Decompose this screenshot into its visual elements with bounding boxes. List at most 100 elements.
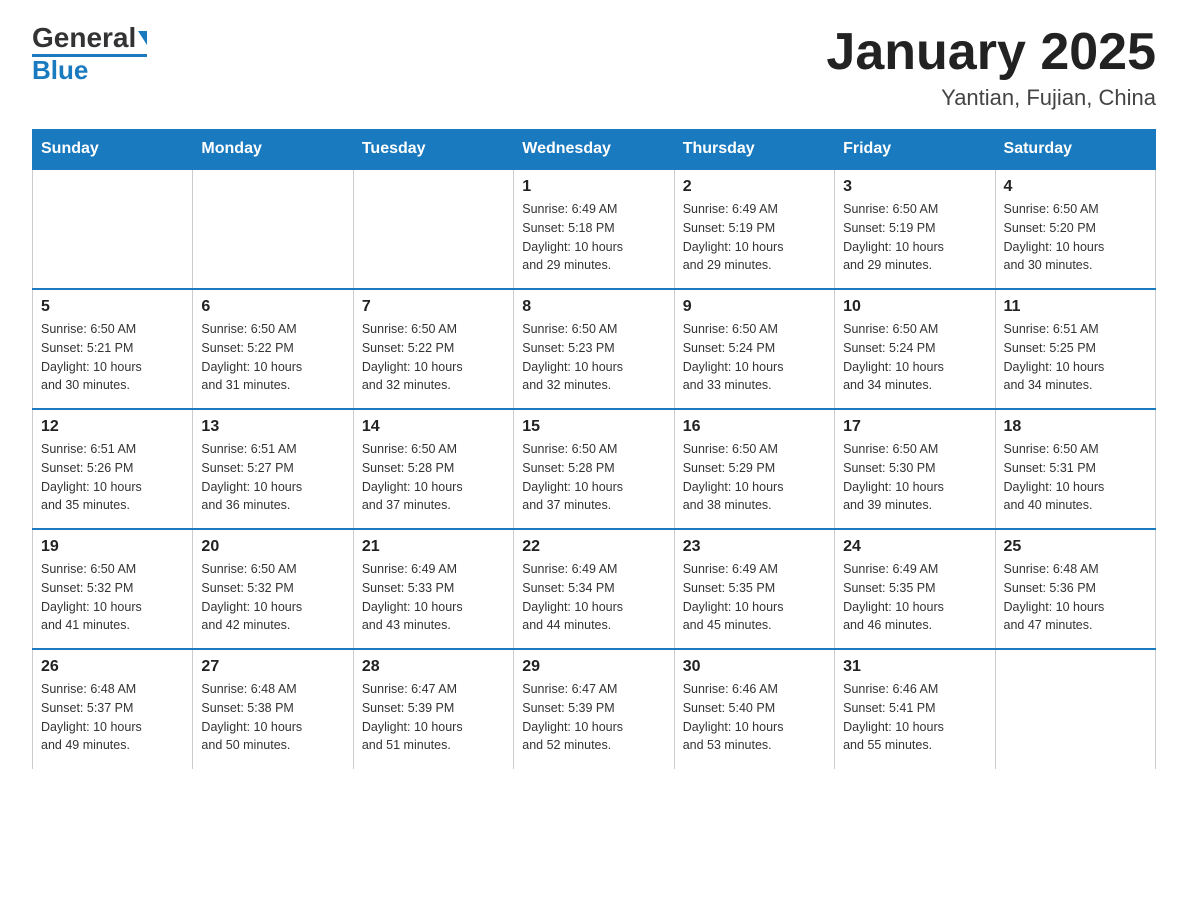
day-number: 2 bbox=[683, 178, 826, 196]
calendar-cell: 1 Sunrise: 6:49 AM Sunset: 5:18 PM Daylig… bbox=[514, 169, 674, 289]
day-number: 20 bbox=[201, 538, 344, 556]
day-info: Sunrise: 6:50 AM Sunset: 5:21 PM Dayligh… bbox=[41, 320, 184, 395]
day-number: 9 bbox=[683, 298, 826, 316]
logo-text-general: General bbox=[32, 24, 136, 52]
calendar-week-row: 19 Sunrise: 6:50 AM Sunset: 5:32 PM Dayli… bbox=[33, 529, 1156, 649]
calendar-cell: 29Sunrise: 6:47 AM Sunset: 5:39 PM Dayli… bbox=[514, 649, 674, 769]
calendar-cell: 14 Sunrise: 6:50 AM Sunset: 5:28 PM Dayli… bbox=[353, 409, 513, 529]
calendar-cell: 25 Sunrise: 6:48 AM Sunset: 5:36 PM Dayli… bbox=[995, 529, 1155, 649]
day-info: Sunrise: 6:50 AM Sunset: 5:22 PM Dayligh… bbox=[201, 320, 344, 395]
calendar-table: Sunday Monday Tuesday Wednesday Thursday… bbox=[32, 129, 1156, 769]
col-friday: Friday bbox=[835, 130, 995, 170]
day-info: Sunrise: 6:50 AM Sunset: 5:32 PM Dayligh… bbox=[201, 560, 344, 635]
calendar-week-row: 26Sunrise: 6:48 AM Sunset: 5:37 PM Dayli… bbox=[33, 649, 1156, 769]
logo-text-blue: Blue bbox=[32, 57, 88, 83]
day-info: Sunrise: 6:50 AM Sunset: 5:19 PM Dayligh… bbox=[843, 200, 986, 275]
day-number: 31 bbox=[843, 658, 986, 676]
day-number: 27 bbox=[201, 658, 344, 676]
col-tuesday: Tuesday bbox=[353, 130, 513, 170]
calendar-cell: 27 Sunrise: 6:48 AM Sunset: 5:38 PM Dayli… bbox=[193, 649, 353, 769]
day-info: Sunrise: 6:47 AM Sunset: 5:39 PM Dayligh… bbox=[362, 680, 505, 755]
day-info: Sunrise: 6:48 AM Sunset: 5:37 PM Dayligh… bbox=[41, 680, 184, 755]
day-info: Sunrise: 6:50 AM Sunset: 5:28 PM Dayligh… bbox=[362, 440, 505, 515]
calendar-cell bbox=[995, 649, 1155, 769]
calendar-cell: 23 Sunrise: 6:49 AM Sunset: 5:35 PM Dayli… bbox=[674, 529, 834, 649]
calendar-cell: 22 Sunrise: 6:49 AM Sunset: 5:34 PM Dayli… bbox=[514, 529, 674, 649]
day-info: Sunrise: 6:49 AM Sunset: 5:34 PM Dayligh… bbox=[522, 560, 665, 635]
calendar-cell: 2 Sunrise: 6:49 AM Sunset: 5:19 PM Daylig… bbox=[674, 169, 834, 289]
day-info: Sunrise: 6:50 AM Sunset: 5:24 PM Dayligh… bbox=[683, 320, 826, 395]
calendar-cell bbox=[33, 169, 193, 289]
day-info: Sunrise: 6:50 AM Sunset: 5:23 PM Dayligh… bbox=[522, 320, 665, 395]
day-number: 18 bbox=[1004, 418, 1147, 436]
calendar-cell: 12Sunrise: 6:51 AM Sunset: 5:26 PM Dayli… bbox=[33, 409, 193, 529]
day-number: 16 bbox=[683, 418, 826, 436]
calendar-week-row: 5 Sunrise: 6:50 AM Sunset: 5:21 PM Daylig… bbox=[33, 289, 1156, 409]
day-info: Sunrise: 6:49 AM Sunset: 5:19 PM Dayligh… bbox=[683, 200, 826, 275]
calendar-cell: 4 Sunrise: 6:50 AM Sunset: 5:20 PM Daylig… bbox=[995, 169, 1155, 289]
calendar-week-row: 1 Sunrise: 6:49 AM Sunset: 5:18 PM Daylig… bbox=[33, 169, 1156, 289]
calendar-cell: 9 Sunrise: 6:50 AM Sunset: 5:24 PM Daylig… bbox=[674, 289, 834, 409]
day-number: 23 bbox=[683, 538, 826, 556]
calendar-cell: 26Sunrise: 6:48 AM Sunset: 5:37 PM Dayli… bbox=[33, 649, 193, 769]
calendar-cell: 15 Sunrise: 6:50 AM Sunset: 5:28 PM Dayli… bbox=[514, 409, 674, 529]
day-number: 5 bbox=[41, 298, 184, 316]
day-number: 22 bbox=[522, 538, 665, 556]
day-number: 7 bbox=[362, 298, 505, 316]
day-info: Sunrise: 6:51 AM Sunset: 5:27 PM Dayligh… bbox=[201, 440, 344, 515]
day-number: 3 bbox=[843, 178, 986, 196]
day-info: Sunrise: 6:50 AM Sunset: 5:31 PM Dayligh… bbox=[1004, 440, 1147, 515]
logo-triangle-icon bbox=[138, 31, 147, 45]
calendar-cell: 20 Sunrise: 6:50 AM Sunset: 5:32 PM Dayli… bbox=[193, 529, 353, 649]
calendar-cell: 31 Sunrise: 6:46 AM Sunset: 5:41 PM Dayli… bbox=[835, 649, 995, 769]
day-number: 1 bbox=[522, 178, 665, 196]
day-info: Sunrise: 6:50 AM Sunset: 5:28 PM Dayligh… bbox=[522, 440, 665, 515]
calendar-cell: 16 Sunrise: 6:50 AM Sunset: 5:29 PM Dayli… bbox=[674, 409, 834, 529]
day-info: Sunrise: 6:50 AM Sunset: 5:20 PM Dayligh… bbox=[1004, 200, 1147, 275]
day-info: Sunrise: 6:51 AM Sunset: 5:25 PM Dayligh… bbox=[1004, 320, 1147, 395]
day-info: Sunrise: 6:48 AM Sunset: 5:36 PM Dayligh… bbox=[1004, 560, 1147, 635]
day-number: 12 bbox=[41, 418, 184, 436]
day-number: 19 bbox=[41, 538, 184, 556]
day-number: 21 bbox=[362, 538, 505, 556]
col-wednesday: Wednesday bbox=[514, 130, 674, 170]
calendar-cell: 18 Sunrise: 6:50 AM Sunset: 5:31 PM Dayli… bbox=[995, 409, 1155, 529]
day-number: 25 bbox=[1004, 538, 1147, 556]
day-number: 15 bbox=[522, 418, 665, 436]
day-number: 6 bbox=[201, 298, 344, 316]
calendar-cell: 19Sunrise: 6:50 AM Sunset: 5:32 PM Dayli… bbox=[33, 529, 193, 649]
day-number: 24 bbox=[843, 538, 986, 556]
day-number: 4 bbox=[1004, 178, 1147, 196]
day-info: Sunrise: 6:50 AM Sunset: 5:22 PM Dayligh… bbox=[362, 320, 505, 395]
col-thursday: Thursday bbox=[674, 130, 834, 170]
calendar-cell: 6 Sunrise: 6:50 AM Sunset: 5:22 PM Daylig… bbox=[193, 289, 353, 409]
day-info: Sunrise: 6:48 AM Sunset: 5:38 PM Dayligh… bbox=[201, 680, 344, 755]
day-info: Sunrise: 6:46 AM Sunset: 5:41 PM Dayligh… bbox=[843, 680, 986, 755]
day-info: Sunrise: 6:46 AM Sunset: 5:40 PM Dayligh… bbox=[683, 680, 826, 755]
day-number: 17 bbox=[843, 418, 986, 436]
day-info: Sunrise: 6:49 AM Sunset: 5:35 PM Dayligh… bbox=[843, 560, 986, 635]
calendar-cell: 7 Sunrise: 6:50 AM Sunset: 5:22 PM Daylig… bbox=[353, 289, 513, 409]
location: Yantian, Fujian, China bbox=[826, 85, 1156, 111]
page-header: General Blue January 2025 Yantian, Fujia… bbox=[32, 24, 1156, 111]
day-number: 11 bbox=[1004, 298, 1147, 316]
col-saturday: Saturday bbox=[995, 130, 1155, 170]
day-number: 14 bbox=[362, 418, 505, 436]
day-info: Sunrise: 6:49 AM Sunset: 5:35 PM Dayligh… bbox=[683, 560, 826, 635]
calendar-cell: 30Sunrise: 6:46 AM Sunset: 5:40 PM Dayli… bbox=[674, 649, 834, 769]
day-info: Sunrise: 6:50 AM Sunset: 5:29 PM Dayligh… bbox=[683, 440, 826, 515]
month-title: January 2025 bbox=[826, 24, 1156, 81]
calendar-cell: 3 Sunrise: 6:50 AM Sunset: 5:19 PM Daylig… bbox=[835, 169, 995, 289]
calendar-cell bbox=[193, 169, 353, 289]
day-number: 13 bbox=[201, 418, 344, 436]
col-monday: Monday bbox=[193, 130, 353, 170]
calendar-cell: 13 Sunrise: 6:51 AM Sunset: 5:27 PM Dayli… bbox=[193, 409, 353, 529]
day-number: 10 bbox=[843, 298, 986, 316]
day-number: 8 bbox=[522, 298, 665, 316]
day-number: 29 bbox=[522, 658, 665, 676]
day-info: Sunrise: 6:50 AM Sunset: 5:24 PM Dayligh… bbox=[843, 320, 986, 395]
day-number: 28 bbox=[362, 658, 505, 676]
calendar-cell: 28 Sunrise: 6:47 AM Sunset: 5:39 PM Dayli… bbox=[353, 649, 513, 769]
calendar-cell: 11 Sunrise: 6:51 AM Sunset: 5:25 PM Dayli… bbox=[995, 289, 1155, 409]
day-info: Sunrise: 6:49 AM Sunset: 5:18 PM Dayligh… bbox=[522, 200, 665, 275]
